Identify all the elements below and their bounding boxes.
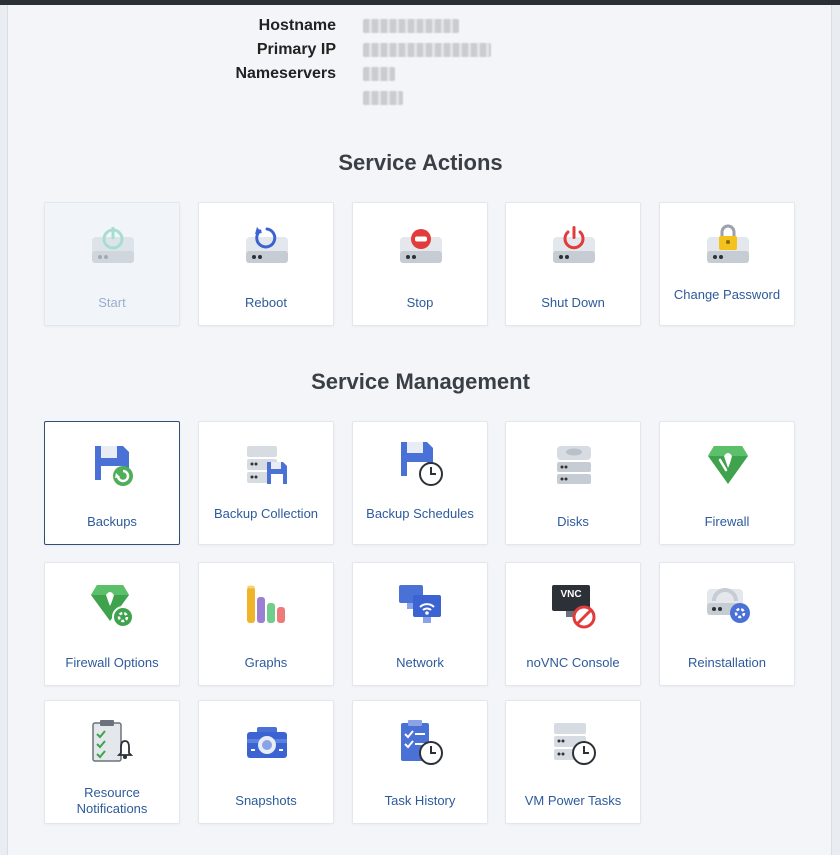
service-management-title: Service Management [311, 369, 530, 394]
drive-gear-icon [704, 581, 752, 629]
nameservers-label: Nameservers [235, 65, 336, 82]
backups-button[interactable]: Backups [44, 421, 180, 545]
firewall-gear-icon [89, 581, 137, 629]
disk-stack-icon [550, 440, 598, 488]
graphs-label: Graphs [244, 655, 288, 670]
server-floppy-icon [243, 440, 291, 488]
reboot-drive-icon [243, 221, 291, 269]
lock-drive-icon [704, 221, 752, 269]
backup-schedules-label: Backup Schedules [366, 506, 474, 521]
novnc-console-label: noVNC Console [526, 655, 620, 670]
disks-label: Disks [557, 514, 589, 529]
floppy-restore-icon [89, 440, 137, 488]
reboot-button[interactable]: Reboot [198, 202, 334, 326]
novnc-console-button[interactable]: VNC noVNC Console [505, 562, 641, 686]
hostname-row: Hostname [8, 15, 831, 39]
change-password-label: Change Password [673, 287, 781, 302]
nameserver-1-redacted [363, 67, 395, 81]
shutdown-drive-icon [550, 221, 598, 269]
backup-collection-label: Backup Collection [213, 506, 319, 521]
floppy-clock-icon [397, 440, 445, 488]
reinstallation-button[interactable]: Reinstallation [659, 562, 795, 686]
graphs-button[interactable]: Graphs [198, 562, 334, 686]
stop-button[interactable]: Stop [352, 202, 488, 326]
firewall-options-label: Firewall Options [65, 655, 159, 670]
network-label: Network [396, 655, 444, 670]
camera-icon [243, 719, 291, 767]
resource-notifications-label: Resource Notifications [76, 785, 148, 816]
firewall-options-button[interactable]: Firewall Options [44, 562, 180, 686]
backups-label: Backups [87, 514, 137, 529]
clipboard-clock-icon [397, 719, 445, 767]
backup-schedules-button[interactable]: Backup Schedules [352, 421, 488, 545]
primary-ip-label: Primary IP [256, 41, 336, 58]
clipboard-bell-icon [89, 719, 137, 767]
primary-ip-value-redacted [363, 43, 491, 57]
hostname-value-redacted [363, 19, 459, 33]
vm-power-tasks-button[interactable]: VM Power Tasks [505, 700, 641, 824]
firewall-label: Firewall [704, 514, 750, 529]
vnc-monitor-icon: VNC [550, 581, 598, 629]
start-label: Start [98, 295, 126, 310]
bar-cylinders-icon [243, 581, 291, 629]
shut-down-button[interactable]: Shut Down [505, 202, 641, 326]
power-on-drive-icon [89, 221, 137, 269]
firewall-gem-icon [704, 440, 752, 488]
svg-text:VNC: VNC [560, 589, 581, 600]
monitor-wifi-icon [397, 581, 445, 629]
service-panel: Hostname Primary IP Nameservers Service … [7, 5, 832, 855]
backup-collection-button[interactable]: Backup Collection [198, 421, 334, 545]
stop-label: Stop [406, 295, 434, 310]
network-button[interactable]: Network [352, 562, 488, 686]
vm-power-tasks-label: VM Power Tasks [524, 793, 622, 808]
hostname-label: Hostname [258, 17, 336, 34]
start-button[interactable]: Start [44, 202, 180, 326]
stop-drive-icon [397, 221, 445, 269]
nameservers-row: Nameservers [8, 63, 831, 87]
nameserver-2-redacted [363, 91, 403, 105]
snapshots-label: Snapshots [235, 793, 297, 808]
primary-ip-row: Primary IP [8, 39, 831, 63]
firewall-button[interactable]: Firewall [659, 421, 795, 545]
resource-notifications-button[interactable]: Resource Notifications [44, 700, 180, 824]
reinstallation-label: Reinstallation [687, 655, 767, 670]
shut-down-label: Shut Down [541, 295, 605, 310]
reboot-label: Reboot [245, 295, 287, 310]
nameservers-row-2 [8, 87, 831, 111]
disks-button[interactable]: Disks [505, 421, 641, 545]
task-history-label: Task History [384, 793, 456, 808]
task-history-button[interactable]: Task History [352, 700, 488, 824]
server-clock-icon [550, 719, 598, 767]
snapshots-button[interactable]: Snapshots [198, 700, 334, 824]
change-password-button[interactable]: Change Password [659, 202, 795, 326]
service-actions-title: Service Actions [338, 150, 503, 175]
